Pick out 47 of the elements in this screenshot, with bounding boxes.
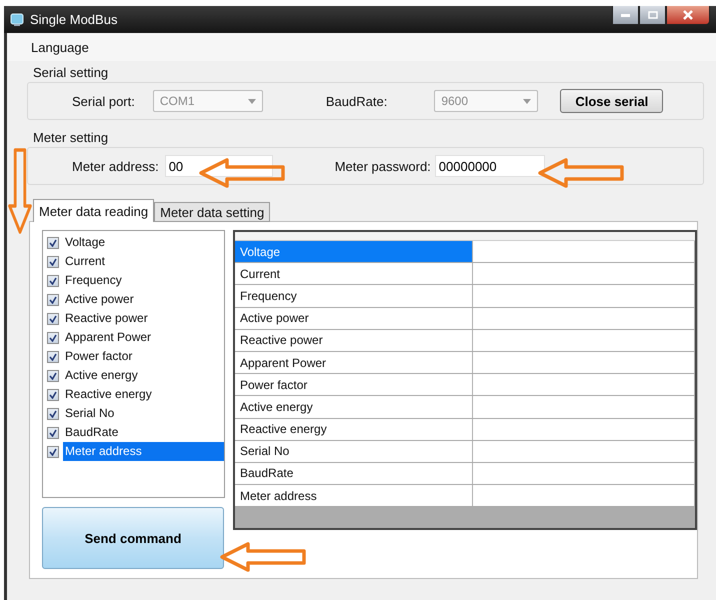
list-item[interactable]: Active energy [63,366,224,385]
list-item[interactable]: Current [63,252,224,271]
window-title: Single ModBus [30,12,118,27]
list-item[interactable]: Serial No [63,404,224,423]
list-item[interactable]: Reactive energy [63,385,224,404]
minimize-icon [621,14,630,16]
tab[interactable]: Meter data reading [33,199,154,222]
field-label: BaudRate: [326,94,388,108]
checkbox[interactable] [47,446,59,458]
close-button[interactable] [666,6,710,25]
checkbox[interactable] [47,332,59,344]
checkbox[interactable] [47,294,59,306]
list-item[interactable]: Power factor [63,347,224,366]
list-item[interactable]: Frequency [63,271,224,290]
list-item[interactable]: Active power [63,290,224,309]
send-command-button[interactable]: Send command [42,507,224,569]
group-title: Meter setting [32,130,110,145]
list-item[interactable]: Voltage [63,233,224,252]
dropdown-caret-icon [523,98,532,104]
dropdown-caret-icon [248,98,256,104]
checkbox[interactable] [47,256,59,268]
checkbox[interactable] [47,312,59,324]
field-label: Meter address: [72,158,159,174]
checkbox[interactable] [47,350,59,362]
app-icon [10,12,24,26]
list-item[interactable]: Apparent Power [63,328,224,347]
minimize-button[interactable] [612,6,639,25]
menu-item[interactable]: Language [31,40,89,54]
field-label: Meter password: [334,158,431,174]
list-item[interactable]: Reactive power [63,309,224,328]
close-serial-button[interactable]: Close serial [560,89,664,113]
tab[interactable]: Meter data setting [154,202,270,222]
password-field[interactable]: 00000000 [434,155,545,177]
checkbox[interactable] [47,426,59,438]
checkbox[interactable] [47,274,59,286]
field-label: Serial port: [72,94,135,108]
checkbox[interactable] [47,370,59,382]
list-item[interactable]: Meter address [63,442,224,461]
checkbox[interactable] [47,236,59,248]
table-cell: Voltage [235,241,473,262]
maximize-icon [648,11,658,19]
group-title: Serial setting [32,65,110,80]
close-icon [683,10,693,20]
list-item[interactable]: BaudRate [63,423,224,442]
checkbox[interactable] [47,408,59,420]
checkbox[interactable] [47,388,59,400]
maximize-button[interactable] [639,6,666,25]
